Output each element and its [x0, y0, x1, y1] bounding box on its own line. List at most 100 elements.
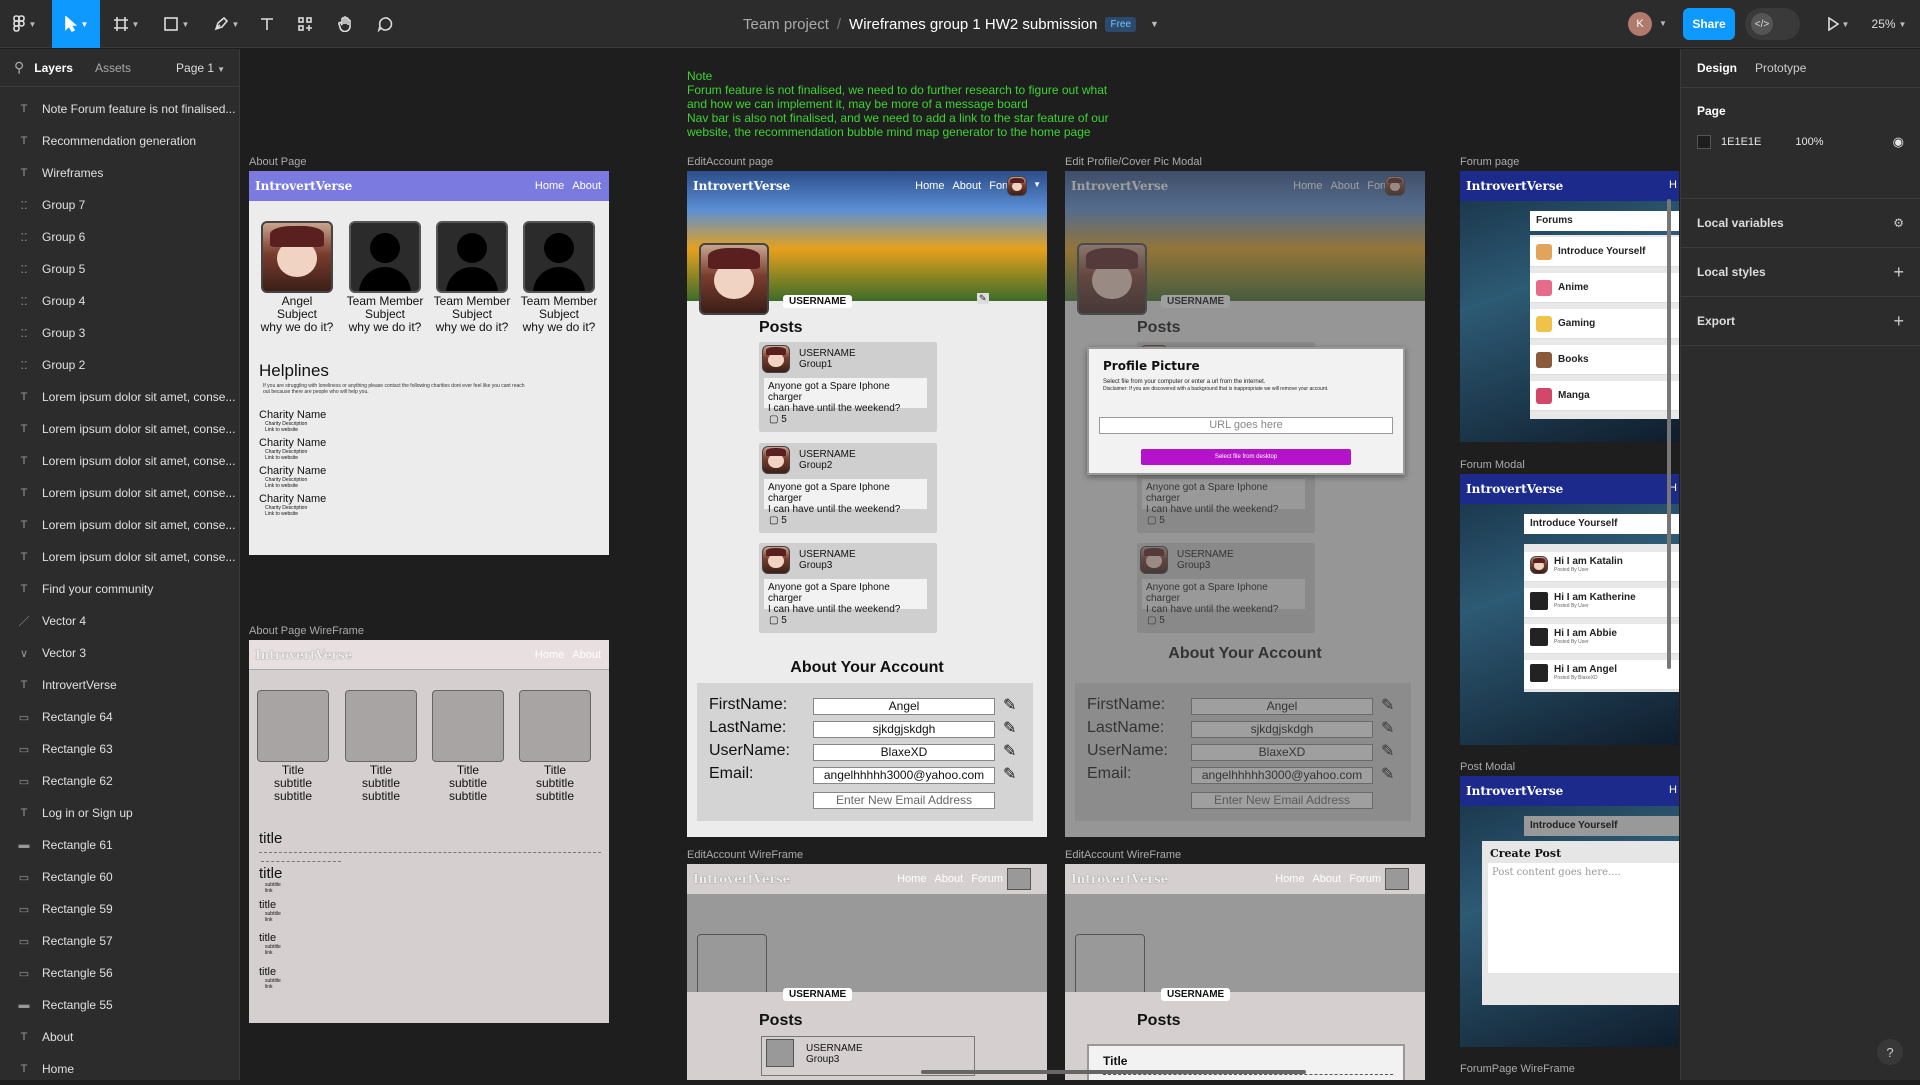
brand-logo[interactable]: IntrovertVerse — [1466, 482, 1563, 496]
wire-item-link[interactable]: link — [259, 888, 282, 894]
layer-row[interactable]: ▭ Rectangle 62 — [0, 765, 239, 797]
brand-logo[interactable]: IntrovertVerse — [693, 179, 790, 193]
present-button[interactable]: ▼ — [1820, 0, 1856, 48]
local-styles-section[interactable]: Local styles + — [1681, 248, 1920, 297]
layer-row[interactable]: T About — [0, 1021, 239, 1053]
edit-pencil-icon[interactable]: ✎ — [1003, 718, 1016, 738]
brand-logo[interactable]: IntrovertVerse — [255, 648, 352, 662]
page-color-swatch[interactable] — [1697, 135, 1711, 149]
nav-avatar[interactable] — [1007, 176, 1027, 196]
url-input[interactable]: URL goes here — [1099, 417, 1393, 434]
forum-modal-frame[interactable]: IntrovertVerse H Introduce Yourself Hi I… — [1460, 474, 1679, 745]
resources-tool-button[interactable] — [290, 0, 320, 48]
user-avatar[interactable]: K — [1628, 12, 1652, 36]
pen-tool-button[interactable]: ▼ — [206, 0, 246, 48]
chevron-down-icon[interactable]: ▼ — [1659, 19, 1667, 28]
layer-row[interactable]: ▭ Rectangle 64 — [0, 701, 239, 733]
edit-pencil-icon[interactable]: ✎ — [1003, 695, 1016, 715]
layer-row[interactable]: ⁚⁚ Group 5 — [0, 253, 239, 285]
wire-item-link[interactable]: link — [259, 950, 281, 956]
wire-item-link[interactable]: link — [259, 984, 281, 990]
frame-label-about[interactable]: About Page — [249, 156, 307, 168]
post-card[interactable]: USERNAMEGroup3 Anyone got a Spare Iphone … — [759, 543, 937, 633]
brand-logo[interactable]: IntrovertVerse — [693, 872, 790, 886]
layer-row[interactable]: ▬ Rectangle 61 — [0, 829, 239, 861]
edit-account-frame[interactable]: IntrovertVerse Home About Forum ▼ ✎ USER… — [687, 171, 1047, 837]
post-modal-frame[interactable]: IntrovertVerse H Introduce Yourself Crea… — [1460, 776, 1679, 1047]
nav-about-link[interactable]: About — [934, 873, 963, 885]
layer-row[interactable]: T Home — [0, 1053, 239, 1085]
layer-row[interactable]: ▭ Rectangle 56 — [0, 957, 239, 989]
post-card[interactable]: USERNAMEGroup1 Anyone got a Spare Iphone … — [759, 342, 937, 432]
sliders-icon[interactable]: ⚙ — [1893, 216, 1904, 230]
frame-label-edit-wire[interactable]: EditAccount WireFrame — [687, 849, 803, 861]
layer-row[interactable]: T Lorem ipsum dolor sit amet, conse... — [0, 509, 239, 541]
edit-profile-modal-frame[interactable]: IntrovertVerse Home About Forum USERNAME… — [1065, 171, 1425, 837]
post-comments[interactable]: ▢ 5 — [769, 414, 787, 425]
nav-home-link[interactable]: H — [1669, 784, 1677, 796]
charity-link[interactable]: Link to website — [259, 483, 326, 489]
forum-item[interactable]: Manga — [1530, 381, 1679, 411]
nav-home-link[interactable]: H — [1669, 179, 1677, 191]
plus-icon[interactable]: + — [1893, 311, 1904, 332]
export-section[interactable]: Export + — [1681, 297, 1920, 346]
frame-tool-button[interactable]: ▼ — [106, 0, 146, 48]
nav-home-link[interactable]: Home — [535, 180, 564, 192]
field-value[interactable]: Angel — [813, 698, 995, 715]
layer-row[interactable]: ⁚⁚ Group 3 — [0, 317, 239, 349]
page-selector[interactable]: Page 1 ▼ — [176, 61, 225, 75]
wire-item[interactable]: title subtitle link — [259, 865, 282, 894]
nav-home-link[interactable]: Home — [915, 180, 944, 192]
charity-link[interactable]: Link to website — [259, 427, 326, 433]
edit-account-wireframe-frame[interactable]: IntrovertVerse Home About Forum USERNAME… — [1065, 864, 1425, 1080]
frame-label-about-wire[interactable]: About Page WireFrame — [249, 625, 364, 637]
frame-label-edit-profile[interactable]: Edit Profile/Cover Pic Modal — [1065, 156, 1202, 168]
nav-about-link[interactable]: About — [572, 180, 601, 192]
vertical-scrollbar[interactable] — [1667, 199, 1671, 669]
thread-item[interactable]: Hi I am Katalin Posted By User — [1524, 552, 1679, 582]
wire-item-link[interactable]: link — [259, 917, 281, 923]
layer-row[interactable]: ⁚⁚ Group 2 — [0, 349, 239, 381]
edit-pencil-icon[interactable]: ✎ — [977, 293, 989, 304]
forum-item[interactable]: Books — [1530, 345, 1679, 375]
layer-row[interactable]: ▭ Rectangle 60 — [0, 861, 239, 893]
text-tool-button[interactable] — [252, 0, 282, 48]
nav-avatar-placeholder[interactable] — [1007, 868, 1031, 890]
thread-item[interactable]: Hi I am Katherine Posted By User — [1524, 588, 1679, 618]
layer-row[interactable]: T IntrovertVerse — [0, 669, 239, 701]
comment-tool-button[interactable] — [370, 0, 400, 48]
tab-layers[interactable]: Layers — [34, 61, 73, 75]
zoom-dropdown[interactable]: 25% ▼ — [1866, 0, 1912, 48]
charity-item[interactable]: Charity Name Charity Description Link to w… — [259, 437, 326, 461]
nav-forum-link[interactable]: Forum — [1349, 873, 1381, 885]
nav-forum-link[interactable]: Forum — [971, 873, 1003, 885]
local-variables-section[interactable]: Local variables ⚙ — [1681, 199, 1920, 248]
post-comments[interactable]: ▢ 5 — [769, 515, 787, 526]
canvas[interactable]: Note Forum feature is not finalised, we … — [241, 49, 1679, 1080]
layer-row[interactable]: T Find your community — [0, 573, 239, 605]
page-opacity-value[interactable]: 100% — [1795, 136, 1823, 148]
brand-logo[interactable]: IntrovertVerse — [1466, 179, 1563, 193]
edit-pencil-icon[interactable]: ✎ — [1003, 741, 1016, 761]
wire-item[interactable]: title subtitle link — [259, 932, 281, 956]
layer-row[interactable]: T Wireframes — [0, 157, 239, 189]
forum-page-frame[interactable]: IntrovertVerse H Forums Introduce Yourse… — [1460, 171, 1679, 442]
profile-picture[interactable] — [699, 243, 769, 315]
nav-avatar-placeholder[interactable] — [1385, 868, 1409, 890]
frame-label-edit-wire[interactable]: EditAccount WireFrame — [1065, 849, 1181, 861]
post-card[interactable]: USERNAMEGroup2 Anyone got a Spare Iphone … — [759, 443, 937, 533]
shape-tool-button[interactable]: ▼ — [156, 0, 196, 48]
layer-row[interactable]: ∨ Vector 3 — [0, 637, 239, 669]
chevron-down-icon[interactable]: ▼ — [1033, 180, 1041, 189]
layer-row[interactable]: T Recommendation generation — [0, 125, 239, 157]
eye-icon[interactable]: ◉ — [1893, 134, 1904, 150]
charity-item[interactable]: Charity Name Charity Description Link to w… — [259, 409, 326, 433]
brand-logo[interactable]: IntrovertVerse — [1071, 872, 1168, 886]
nav-about-link[interactable]: About — [952, 180, 981, 192]
edit-account-wireframe-frame[interactable]: IntrovertVerse Home About Forum USERNAME… — [687, 864, 1047, 1080]
charity-item[interactable]: Charity Name Charity Description Link to w… — [259, 493, 326, 517]
note-text[interactable]: Note Forum feature is not finalised, we … — [687, 69, 1167, 139]
dev-mode-toggle[interactable]: </> — [1745, 8, 1800, 40]
post-comments[interactable]: ▢ 5 — [769, 615, 787, 626]
tab-prototype[interactable]: Prototype — [1755, 61, 1806, 75]
